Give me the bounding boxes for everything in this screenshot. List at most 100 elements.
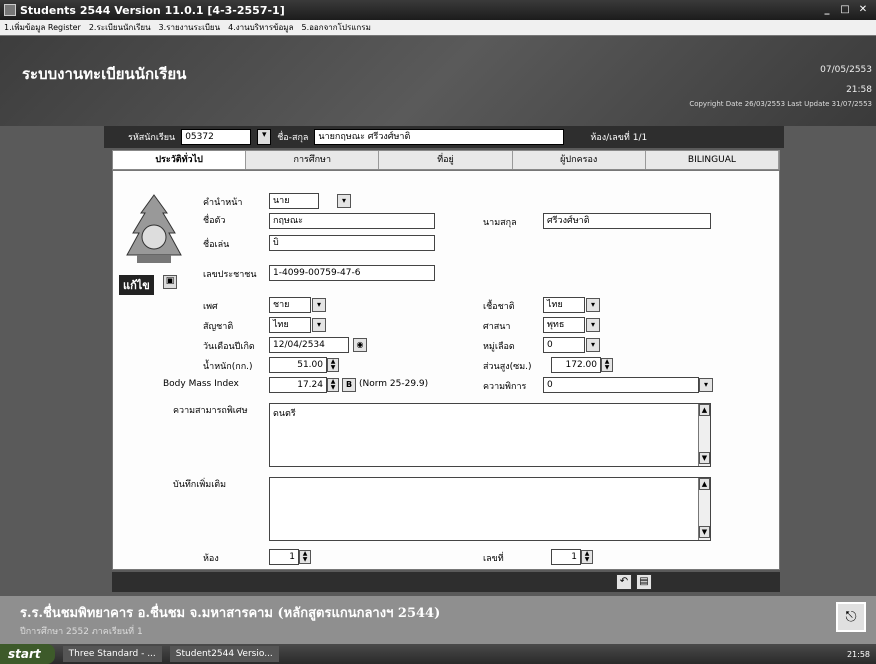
prefix-label: คำนำหน้า	[203, 198, 243, 208]
undo-icon[interactable]: ↶	[616, 574, 632, 590]
chevron-down-icon[interactable]: ▾	[257, 129, 272, 145]
scroll-up-icon[interactable]: ▲	[699, 478, 710, 490]
religion-select[interactable]: พุทธ	[543, 317, 585, 333]
form-toolbar	[112, 572, 780, 592]
os-taskbar: start Three Standard - ... Student2544 V…	[0, 644, 876, 664]
tab-bar: ประวัติทั่วไป การศึกษา ที่อยู่ ผู้ปกครอง…	[112, 150, 780, 170]
chevron-down-icon[interactable]: ▾	[586, 298, 600, 312]
taskbar-item-2[interactable]: Student2544 Versio...	[169, 646, 279, 662]
height-label: ส่วนสูง(ซม.)	[483, 362, 532, 372]
taskbar-item-1[interactable]: Three Standard - ...	[62, 646, 162, 662]
blood-label: หมู่เลือด	[483, 342, 515, 352]
height-field[interactable]: 172.00	[551, 357, 601, 373]
window-titlebar: Students 2544 Version 11.0.1 [4-3-2557-1…	[0, 0, 876, 20]
header-date: 07/05/2553	[820, 65, 872, 75]
disability-select[interactable]: 0	[543, 377, 699, 393]
school-emblem-icon	[126, 194, 182, 263]
chevron-down-icon[interactable]: ▾	[312, 298, 326, 312]
menu-records[interactable]: 2.ระเบียนนักเรียน	[85, 21, 155, 34]
ability-textarea[interactable]: ดนตรี	[269, 403, 711, 467]
header-time: 21:58	[846, 85, 872, 95]
bmi-field[interactable]: 17.24	[269, 377, 327, 393]
note-textarea[interactable]	[269, 477, 711, 541]
ability-label: ความสามารถพิเศษ	[173, 406, 248, 416]
lastname-label: นามสกุล	[483, 218, 517, 228]
calendar-icon[interactable]: ◉	[353, 338, 367, 352]
photo-icon[interactable]: ▣	[163, 275, 177, 289]
bmi-calc-icon[interactable]: B	[342, 378, 356, 392]
school-name: ร.ร.ชื่นชมพิทยาคาร อ.ชื่นชม จ.มหาสารคาม …	[20, 606, 441, 621]
number-spinner-icon[interactable]: ▲ ▼	[581, 550, 593, 564]
app-icon	[4, 4, 16, 16]
exit-icon[interactable]: ⎋	[836, 602, 866, 632]
idcard-label: เลขประชาชน	[203, 270, 257, 280]
nationality-label: เชื้อชาติ	[483, 302, 515, 312]
chevron-down-icon[interactable]: ▾	[699, 378, 713, 392]
date-time: 07/05/2553 21:58	[820, 60, 872, 100]
weight-label: น้ำหนัก(กก.)	[203, 362, 253, 372]
sex-label: เพศ	[203, 302, 218, 312]
menu-bar: 1.เพิ่มข้อมูล Register 2.ระเบียนนักเรียน…	[0, 20, 876, 36]
tab-bilingual[interactable]: BILINGUAL	[645, 151, 780, 169]
window-title: Students 2544 Version 11.0.1 [4-3-2557-1…	[20, 3, 285, 17]
app-header: ระบบงานทะเบียนนักเรียน 07/05/2553 21:58	[0, 36, 876, 126]
number-field[interactable]: 1	[551, 549, 581, 565]
copyright-text: Copyright Date 26/03/2553 Last Update 31…	[689, 100, 872, 108]
maximize-button[interactable]: □	[838, 4, 852, 16]
student-id-label: รหัสนักเรียน	[128, 133, 176, 143]
number-label: เลขที่	[483, 554, 504, 564]
ability-scrollbar[interactable]: ▲ ▼	[698, 404, 710, 466]
room-field[interactable]: 1	[269, 549, 299, 565]
minimize-button[interactable]: _	[820, 4, 834, 16]
chevron-down-icon[interactable]: ▾	[337, 194, 351, 208]
firstname-field[interactable]: กฤษณะ	[269, 213, 435, 229]
nickname-field[interactable]: บิ	[269, 235, 435, 251]
scroll-down-icon[interactable]: ▼	[699, 452, 710, 464]
bmi-norm: (Norm 25-29.9)	[359, 379, 429, 389]
citizenship-select[interactable]: ไทย	[269, 317, 311, 333]
tab-guardian[interactable]: ผู้ปกครอง	[512, 151, 646, 169]
save-icon[interactable]: ▤	[636, 574, 652, 590]
weight-spinner-icon[interactable]: ▲ ▼	[327, 358, 339, 372]
start-button[interactable]: start	[0, 644, 55, 664]
student-selector-bar: รหัสนักเรียน 05372 ▾ ชื่อ-สกุล นายกฤษณะ …	[104, 126, 784, 148]
chevron-down-icon[interactable]: ▾	[586, 338, 600, 352]
nickname-label: ชื่อเล่น	[203, 240, 230, 250]
student-name-field[interactable]: นายกฤษณะ ศรีวงศ์ษาติ	[314, 129, 565, 145]
birthdate-field[interactable]: 12/04/2534	[269, 337, 349, 353]
class-label: ห้อง/เลขที่ 1/1	[590, 133, 648, 143]
nationality-select[interactable]: ไทย	[543, 297, 585, 313]
menu-register[interactable]: 1.เพิ่มข้อมูล Register	[0, 21, 85, 34]
prefix-select[interactable]: นาย	[269, 193, 319, 209]
term-status: ปีการศึกษา 2552 ภาคเรียนที่ 1	[20, 627, 143, 637]
height-spinner-icon[interactable]: ▲ ▼	[601, 358, 613, 372]
room-spinner-icon[interactable]: ▲ ▼	[299, 550, 311, 564]
tab-general[interactable]: ประวัติทั่วไป	[113, 151, 247, 169]
edit-button[interactable]: แก้ไข	[119, 275, 154, 295]
bmi-spinner-icon[interactable]: ▲ ▼	[327, 378, 339, 392]
religion-label: ศาสนา	[483, 322, 511, 332]
taskbar-clock: 21:58	[846, 649, 870, 659]
app-heading: ระบบงานทะเบียนนักเรียน	[22, 65, 187, 83]
lastname-field[interactable]: ศรีวงศ์ษาติ	[543, 213, 711, 229]
chevron-down-icon[interactable]: ▾	[312, 318, 326, 332]
disability-label: ความพิการ	[483, 382, 527, 392]
birthdate-label: วันเดือนปีเกิด	[203, 342, 255, 352]
menu-admin[interactable]: 4.งานบริหารข้อมูล	[224, 21, 297, 34]
note-scrollbar[interactable]: ▲ ▼	[698, 478, 710, 540]
tab-address[interactable]: ที่อยู่	[379, 151, 513, 169]
student-id-field[interactable]: 05372	[181, 129, 252, 145]
menu-exit[interactable]: 5.ออกจากโปรแกรม	[297, 21, 374, 34]
tab-education[interactable]: การศึกษา	[246, 151, 380, 169]
menu-reports[interactable]: 3.รายงานระเบียน	[155, 21, 225, 34]
sex-select[interactable]: ชาย	[269, 297, 311, 313]
note-label: บันทึกเพิ่มเติม	[173, 480, 227, 490]
scroll-down-icon[interactable]: ▼	[699, 526, 710, 538]
scroll-up-icon[interactable]: ▲	[699, 404, 710, 416]
chevron-down-icon[interactable]: ▾	[586, 318, 600, 332]
close-button[interactable]: ✕	[856, 4, 870, 16]
idcard-field[interactable]: 1-4099-00759-47-6	[269, 265, 435, 281]
blood-select[interactable]: 0	[543, 337, 585, 353]
weight-field[interactable]: 51.00	[269, 357, 327, 373]
citizenship-label: สัญชาติ	[203, 322, 234, 332]
